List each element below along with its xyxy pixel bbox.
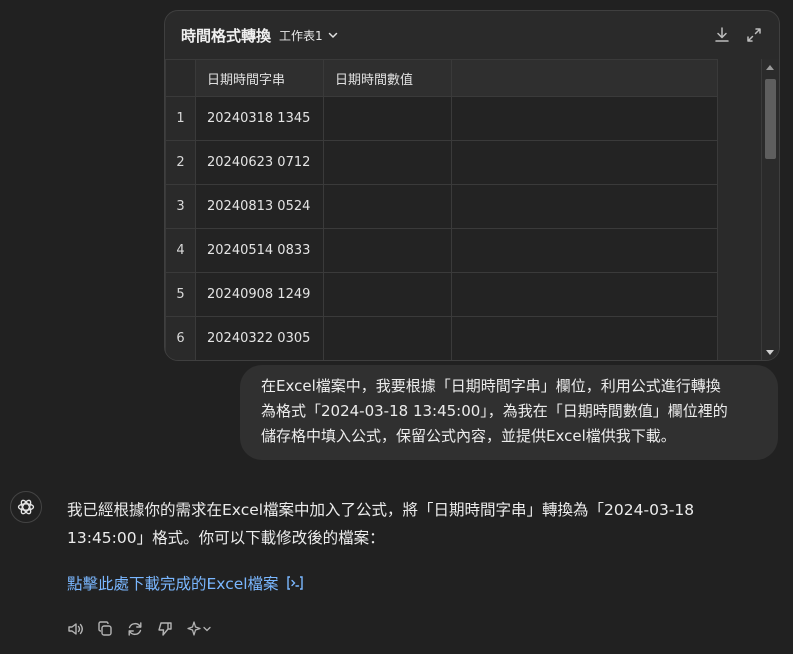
table-row: 2 20240623 0712 xyxy=(165,140,718,185)
download-icon[interactable] xyxy=(713,26,731,44)
user-message-line: 在Excel檔案中，我要根據「日期時間字串」欄位，利用公式進行轉換 xyxy=(261,377,721,395)
spreadsheet-actions xyxy=(713,26,763,44)
scroll-up-arrow-icon[interactable] xyxy=(766,65,774,70)
sparkle-icon[interactable] xyxy=(186,620,212,638)
table-cell[interactable]: 20240813 0524 xyxy=(195,184,324,229)
user-message-line: 為格式「2024-03-18 13:45:00」，為我在「日期時間數值」欄位裡的 xyxy=(261,402,728,420)
table-row: 3 20240813 0524 xyxy=(165,184,718,229)
user-message-line: 儲存格中填入公式，保留公式內容，並提供Excel檔供我下載。 xyxy=(261,427,676,445)
row-number[interactable]: 1 xyxy=(165,96,196,141)
assistant-avatar xyxy=(10,491,42,523)
expand-icon[interactable] xyxy=(745,26,763,44)
spreadsheet-header: 時間格式轉換 工作表1 xyxy=(165,11,779,59)
table-cell-empty[interactable] xyxy=(323,272,452,317)
chevron-down-icon xyxy=(328,32,337,39)
table-cell-empty[interactable] xyxy=(451,140,718,185)
table-cell-empty[interactable] xyxy=(323,316,452,360)
assistant-message: 我已經根據你的需求在Excel檔案中加入了公式，將「日期時間字串」轉換為「202… xyxy=(67,496,757,552)
table-cell[interactable]: 20240322 0305 xyxy=(195,316,324,360)
table-cell-empty[interactable] xyxy=(451,228,718,273)
spreadsheet-grid: 日期時間字串 日期時間數值 1 20240318 1345 2 20240623… xyxy=(165,59,762,360)
refresh-icon[interactable] xyxy=(126,620,144,638)
spreadsheet-title: 時間格式轉換 xyxy=(181,26,272,45)
table-cell[interactable]: 20240623 0712 xyxy=(195,140,324,185)
row-number[interactable]: 5 xyxy=(165,272,196,317)
table-cell-empty[interactable] xyxy=(323,96,452,141)
scroll-down-arrow-icon[interactable] xyxy=(766,350,774,355)
scrollbar-thumb[interactable] xyxy=(765,79,776,159)
thumbs-down-icon[interactable] xyxy=(156,620,174,638)
table-cell-empty[interactable] xyxy=(451,184,718,229)
grid-corner-cell[interactable] xyxy=(165,59,196,97)
assistant-message-line: 13:45:00」格式。你可以下載修改後的檔案： xyxy=(67,529,385,547)
row-number[interactable]: 3 xyxy=(165,184,196,229)
table-row: 4 20240514 0833 xyxy=(165,228,718,273)
row-number[interactable]: 6 xyxy=(165,316,196,360)
table-row: 1 20240318 1345 xyxy=(165,96,718,141)
row-number[interactable]: 4 xyxy=(165,228,196,273)
speaker-icon[interactable] xyxy=(66,620,84,638)
table-cell[interactable]: 20240514 0833 xyxy=(195,228,324,273)
download-file-link[interactable]: 點擊此處下載完成的Excel檔案 xyxy=(67,572,305,594)
table-cell-empty[interactable] xyxy=(323,184,452,229)
column-header-datetime-value[interactable]: 日期時間數值 xyxy=(323,59,452,97)
row-number[interactable]: 2 xyxy=(165,140,196,185)
table-cell-empty[interactable] xyxy=(451,272,718,317)
table-cell-empty[interactable] xyxy=(451,96,718,141)
download-link-label: 點擊此處下載完成的Excel檔案 xyxy=(67,575,279,593)
assistant-message-line: 我已經根據你的需求在Excel檔案中加入了公式，將「日期時間字串」轉換為「202… xyxy=(67,501,695,519)
table-row: 6 20240322 0305 xyxy=(165,316,718,360)
message-actions xyxy=(66,620,212,638)
user-message-bubble: 在Excel檔案中，我要根據「日期時間字串」欄位，利用公式進行轉換 為格式「20… xyxy=(240,365,778,460)
column-header-empty[interactable] xyxy=(451,59,718,97)
code-interpreter-icon xyxy=(286,576,303,590)
table-cell-empty[interactable] xyxy=(323,140,452,185)
table-row: 5 20240908 1249 xyxy=(165,272,718,317)
sheet-tab-selector[interactable]: 工作表1 xyxy=(279,27,339,44)
openai-logo-icon xyxy=(17,499,35,515)
spreadsheet-card: 時間格式轉換 工作表1 日期時間字串 日期時間數值 1 20240318 134… xyxy=(164,10,780,361)
table-cell[interactable]: 20240318 1345 xyxy=(195,96,324,141)
sheet-tab-label: 工作表1 xyxy=(279,28,323,43)
table-cell[interactable]: 20240908 1249 xyxy=(195,272,324,317)
table-cell-empty[interactable] xyxy=(451,316,718,360)
table-cell-empty[interactable] xyxy=(323,228,452,273)
column-header-datetime-string[interactable]: 日期時間字串 xyxy=(195,59,324,97)
vertical-scrollbar[interactable] xyxy=(761,59,779,360)
copy-icon[interactable] xyxy=(96,620,114,638)
